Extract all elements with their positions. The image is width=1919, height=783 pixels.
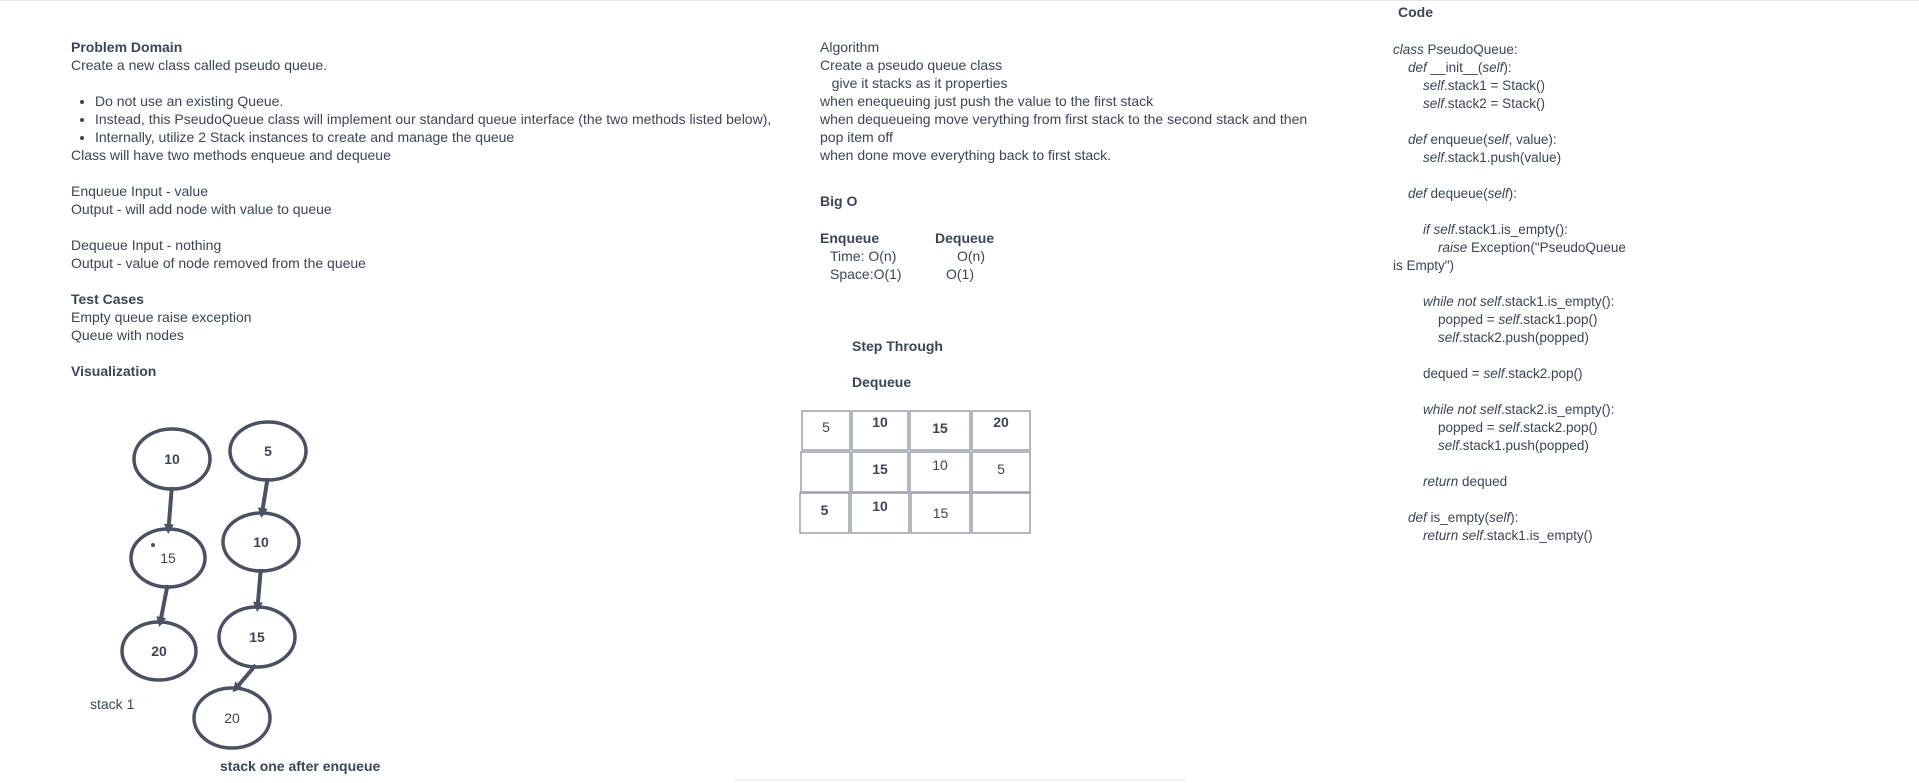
- code-block: class PseudoQueue: def __init__(self): s…: [1393, 23, 1626, 545]
- grid-cell-value: 20: [993, 414, 1009, 430]
- code-line: popped = self.stack2.pop(): [1393, 420, 1598, 435]
- code-line: self.stack2.push(popped): [1438, 330, 1589, 345]
- step-through-grid: 5 10 15 20 15 10 5 5 10 15: [799, 410, 1031, 534]
- code-line: while not self.stack1.is_empty():: [1423, 294, 1615, 309]
- code-line: while not self.stack2.is_empty():: [1423, 402, 1615, 417]
- code-line: class PseudoQueue:: [1393, 42, 1518, 57]
- code-line: self.stack2 = Stack(): [1423, 96, 1545, 111]
- grid-cell: [800, 451, 851, 493]
- code-line: self.stack1 = Stack(): [1423, 78, 1545, 93]
- grid-cell-value: 5: [822, 419, 830, 435]
- grid-cell-value: 5: [997, 461, 1005, 477]
- grid-cell-value: 10: [872, 498, 888, 514]
- grid-cell-value: 10: [932, 457, 948, 473]
- code-line: return self.stack1.is_empty(): [1423, 528, 1593, 543]
- code-line: def enqueue(self, value):: [1408, 132, 1557, 147]
- code-line: def dequeue(self):: [1408, 186, 1517, 201]
- grid-cell-value: 15: [932, 420, 948, 436]
- grid-cell-value: 10: [872, 414, 888, 430]
- grid-cell: [971, 492, 1031, 534]
- code-line: self.stack1.push(value): [1423, 150, 1562, 165]
- code-line: self.stack1.push(popped): [1438, 438, 1589, 453]
- code-line: def is_empty(self):: [1408, 510, 1519, 525]
- code-line: return dequed: [1423, 474, 1508, 489]
- code-line: dequed = self.stack2.pop(): [1393, 366, 1583, 381]
- code-line: is Empty"): [1393, 258, 1455, 273]
- grid-cell-value: 5: [821, 502, 829, 518]
- code-line: popped = self.stack1.pop(): [1393, 312, 1598, 327]
- code-line: raise Exception("PseudoQueue: [1438, 240, 1626, 255]
- code-heading: Code: [1398, 4, 1433, 20]
- code-line: if self.stack1.is_empty():: [1423, 222, 1568, 237]
- code-line: def __init__(self):: [1408, 60, 1512, 75]
- grid-cell-value: 15: [872, 461, 888, 477]
- grid-cell-value: 15: [933, 505, 949, 521]
